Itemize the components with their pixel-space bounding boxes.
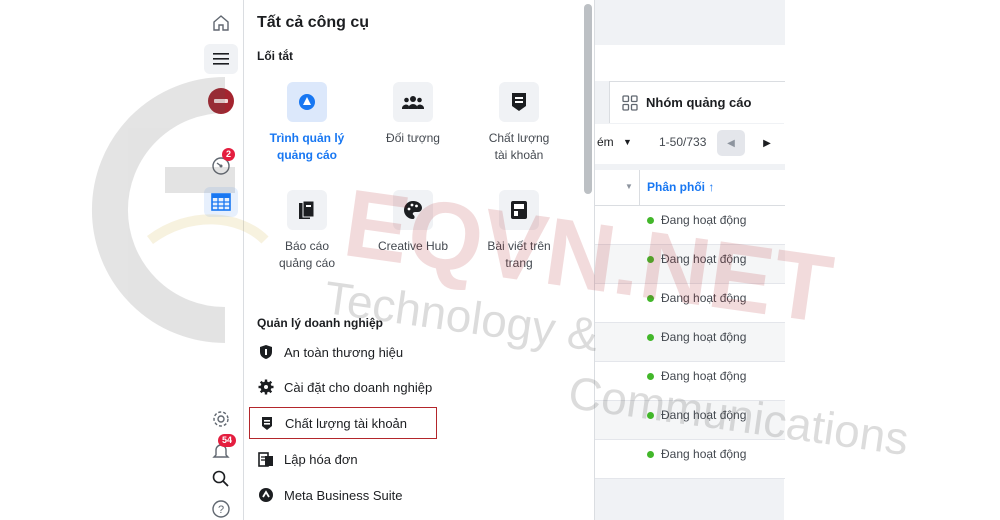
table-rows: Đang hoạt động Đang hoạt động Đang hoạt … [595,206,785,486]
panel-title: Tất cả công cụ [257,14,370,31]
delivery-status: Đang hoạt động [661,252,747,266]
table-row[interactable]: Đang hoạt động [595,401,785,440]
shortcut-page-posts[interactable]: Bài viết trên trang [467,190,571,272]
shortcut-label: Bài viết trên [487,239,551,253]
shortcut-account-quality[interactable]: Chất lượng tài khoản [467,82,571,164]
delivery-status: Đang hoạt động [661,291,747,305]
menu-icon[interactable] [204,44,238,74]
dashboard-gauge-icon[interactable]: 2 [204,148,238,180]
business-settings-item[interactable]: Cài đặt cho doanh nghiệp [258,373,432,401]
alerts-badge: 54 [218,434,237,447]
shortcut-creative-hub[interactable]: Creative Hub [361,190,465,255]
search-icon[interactable] [204,464,238,494]
table-row[interactable]: Đang hoạt động [595,245,785,284]
next-page-button[interactable]: ▶ [753,130,781,156]
shortcut-label: Creative Hub [377,239,449,253]
notification-badge: 2 [222,148,236,161]
gear-icon [258,379,274,395]
delivery-status: Đang hoạt động [661,213,747,227]
business-item-label: Lập hóa đơn [284,451,358,467]
ads-reporting-icon [287,190,327,230]
settings-gear-icon[interactable] [204,404,238,434]
business-management-label: Quản lý doanh nghiệp [257,316,383,330]
table-row[interactable]: Đang hoạt động [595,284,785,323]
meta-business-suite-item[interactable]: Meta Business Suite [258,481,403,509]
bell-icon[interactable]: 54 [204,434,238,466]
account-quality-item[interactable]: Chất lượng tài khoản [249,407,437,439]
background-ads-table: Nhóm quảng cáo ém ▼ 1-50/733 ◀ ▶ ▼ Phân … [594,0,785,520]
account-quality-icon [499,82,539,122]
ad-sets-tab-label: Nhóm quảng cáo [646,95,752,110]
chevron-down-icon[interactable]: ▼ [623,137,632,147]
active-status-dot [647,372,654,380]
panel-scrollbar[interactable] [584,4,592,194]
shortcut-label: quảng cáo [278,256,336,270]
table-header: ▼ Phân phối ↑ [595,170,785,206]
active-status-dot [647,255,654,263]
help-icon[interactable]: ? [204,494,238,520]
shortcut-ads-reporting[interactable]: Báo cáo quảng cáo [255,190,359,272]
delivery-status: Đang hoạt động [661,369,747,383]
business-suite-icon [258,487,274,503]
active-status-dot [647,411,654,419]
ads-manager-icon [287,82,327,122]
shield-icon [258,344,274,360]
shortcut-label: Báo cáo [284,239,330,253]
delivery-status: Đang hoạt động [661,330,747,344]
business-item-label: Cài đặt cho doanh nghiệp [284,379,433,395]
account-avatar[interactable] [204,86,238,116]
shortcut-audience[interactable]: Đối tượng [361,82,465,147]
table-row[interactable]: Đang hoạt động [595,323,785,362]
delivery-status: Đang hoạt động [661,408,747,422]
active-status-dot [647,294,654,302]
business-item-label: An toàn thương hiệu [284,344,404,360]
active-status-dot [647,216,654,224]
left-rail: 2 54 ? [198,0,244,520]
sort-chevron-icon[interactable]: ▼ [625,182,633,191]
page-posts-icon [499,190,539,230]
shortcut-label: Đối tượng [386,131,440,145]
pagination-label: 1-50/733 [659,135,707,149]
shortcut-label: quảng cáo [276,148,337,162]
active-status-dot [647,450,654,458]
all-tools-panel: Tất cả công cụ Lối tắt Trình quản lý quản… [244,0,594,520]
account-quality-icon [259,415,275,431]
brand-safety-item[interactable]: An toàn thương hiệu [258,338,403,366]
ad-sets-icon [622,94,638,111]
prev-page-button[interactable]: ◀ [717,130,745,156]
background-header-strip [595,45,785,81]
background-toolbar: ém ▼ 1-50/733 ◀ ▶ [595,124,785,164]
shortcut-label: trang [505,256,533,270]
audience-icon [393,82,433,122]
billing-icon [258,451,274,467]
view-dropdown-label[interactable]: ém [597,135,614,149]
shortcuts-label: Lối tắt [257,49,293,63]
creative-hub-icon [393,190,433,230]
home-icon[interactable] [204,8,238,38]
delivery-status: Đang hoạt động [661,447,747,461]
table-row[interactable]: Đang hoạt động [595,440,785,479]
business-item-label: Meta Business Suite [284,487,403,503]
active-status-dot [647,333,654,341]
shortcut-ads-manager[interactable]: Trình quản lý quảng cáo [255,82,359,164]
column-divider [639,170,640,206]
svg-text:?: ? [218,504,224,516]
business-item-label: Chất lượng tài khoản [285,415,408,431]
table-row[interactable]: Đang hoạt động [595,206,785,245]
table-row[interactable]: Đang hoạt động [595,362,785,401]
shortcut-label: Trình quản lý [269,131,345,145]
shortcut-label: tài khoản [494,148,544,162]
delivery-column-header[interactable]: Phân phối ↑ [647,180,714,194]
ad-sets-tab[interactable]: Nhóm quảng cáo [609,81,785,123]
background-top-bar [595,0,785,45]
billing-item[interactable]: Lập hóa đơn [258,445,358,473]
table-grid-icon[interactable] [204,187,238,217]
shortcut-label: Chất lượng [488,131,550,145]
